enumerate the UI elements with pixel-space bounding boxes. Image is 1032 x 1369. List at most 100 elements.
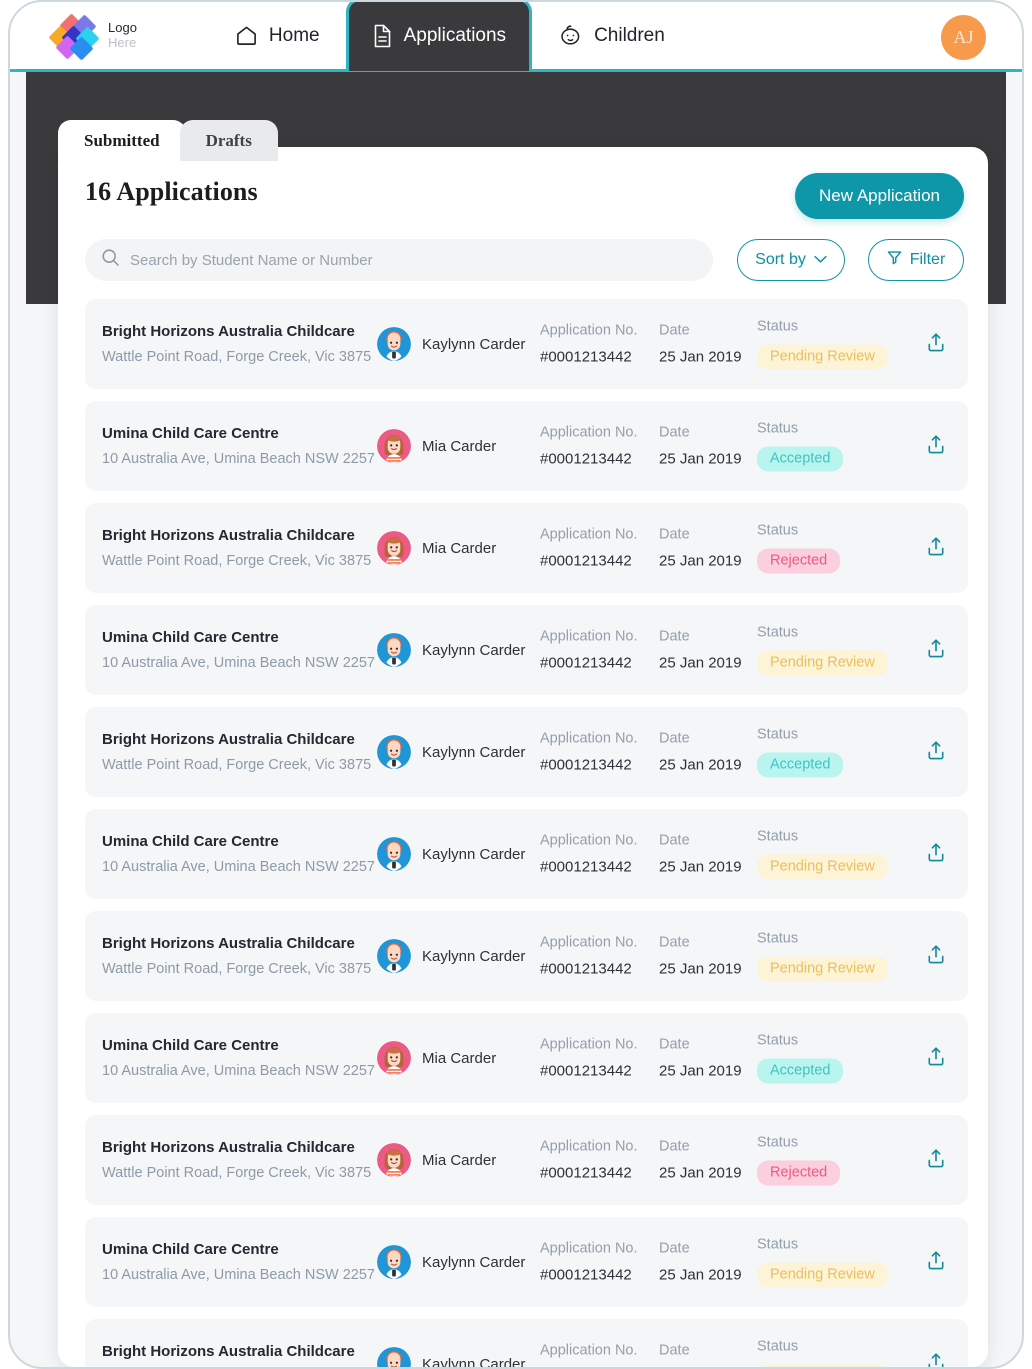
centre-cell: Umina Child Care Centre 10 Australia Ave,… [102, 833, 392, 875]
table-row[interactable]: Bright Horizons Australia ChildcareWattl… [85, 1319, 968, 1367]
centre-address: 10 Australia Ave, Umina Beach NSW 2257 [102, 655, 375, 671]
nav-item-children[interactable]: Children [532, 2, 691, 71]
share-button[interactable] [921, 737, 951, 767]
boy-avatar-icon [377, 939, 411, 973]
application-no-value: #0001213442 [540, 1164, 632, 1182]
centre-address: 10 Australia Ave, Umina Beach NSW 2257 [102, 1063, 375, 1079]
share-button[interactable] [921, 533, 951, 563]
application-no-cell: Application No.#0001213442 [540, 1139, 638, 1182]
centre-cell: Bright Horizons Australia Childcare Wattl… [102, 935, 392, 977]
centre-name: Umina Child Care Centre [102, 629, 279, 646]
brand-logo[interactable]: Logo Here [48, 12, 137, 61]
status-label: Status [757, 726, 799, 743]
upload-share-icon [926, 842, 946, 866]
status-label: Status [757, 1236, 799, 1253]
nav-tabs: Home Applications Children [209, 2, 691, 71]
table-row[interactable]: Bright Horizons Australia Childcare Wattl… [85, 911, 968, 1001]
search-input[interactable] [130, 251, 697, 269]
status-badge: Pending Review [757, 956, 888, 982]
application-no-value: #0001213442 [540, 1266, 632, 1284]
application-no-value: #0001213442 [540, 756, 632, 774]
share-button[interactable] [921, 941, 951, 971]
child-cell: Kaylynn Carder [377, 1347, 525, 1367]
share-button[interactable] [921, 1349, 951, 1367]
table-row[interactable]: Bright Horizons Australia ChildcareWattl… [85, 503, 968, 593]
document-icon [372, 24, 393, 48]
table-row[interactable]: Umina Child Care Centre 10 Australia Ave,… [85, 401, 968, 491]
share-button[interactable] [921, 1247, 951, 1277]
application-no-cell: Application No.#0001213442 [540, 1343, 638, 1368]
status-badge: Accepted [757, 446, 844, 472]
share-button[interactable] [921, 1043, 951, 1073]
nav-item-applications[interactable]: Applications [345, 2, 533, 71]
sort-by-button[interactable]: Sort by [737, 239, 845, 281]
boy-avatar-icon [377, 735, 411, 769]
centre-cell: Umina Child Care Centre 10 Australia Ave,… [102, 1241, 392, 1283]
child-cell: Kaylynn Carder [377, 939, 525, 973]
new-application-button-label: New Application [819, 186, 940, 205]
status-badge: Rejected [757, 1160, 841, 1186]
application-no-cell: Application No.#0001213442 [540, 731, 638, 774]
tab-drafts[interactable]: Drafts [179, 120, 278, 161]
tab-submitted[interactable]: Submitted [58, 120, 186, 161]
table-row[interactable]: Umina Child Care Centre 10 Australia Ave,… [85, 1217, 968, 1307]
search-bar[interactable] [85, 239, 713, 281]
boy-avatar-icon [377, 633, 411, 667]
centre-cell: Umina Child Care Centre 10 Australia Ave,… [102, 425, 392, 467]
share-button[interactable] [921, 431, 951, 461]
date-cell: Date 25 Jan 2019 [659, 731, 742, 774]
date-label: Date [659, 934, 690, 951]
nav-item-applications-label: Applications [403, 24, 507, 46]
status-label: Status [757, 624, 799, 641]
date-cell: Date 25 Jan 2019 [659, 323, 742, 366]
new-application-button[interactable]: New Application [795, 173, 964, 219]
status-label: Status [757, 930, 799, 947]
share-button[interactable] [921, 329, 951, 359]
table-row[interactable]: Bright Horizons Australia ChildcareWattl… [85, 299, 968, 389]
status-cell: Status Pending Review [757, 931, 888, 982]
status-badge: Pending Review [757, 854, 888, 880]
child-name: Kaylynn Carder [422, 743, 526, 761]
application-no-cell: Application No.#0001213442 [540, 1241, 638, 1284]
date-label: Date [659, 628, 690, 645]
centre-address: Wattle Point Road, Forge Creek, Vic 3875 [102, 961, 372, 977]
child-name: Kaylynn Carder [422, 1355, 526, 1368]
child-name: Kaylynn Carder [422, 1253, 526, 1271]
child-name: Mia Carder [422, 437, 497, 455]
centre-name: Bright Horizons Australia Childcare [102, 935, 355, 952]
child-cell: Kaylynn Carder [377, 837, 525, 871]
boy-avatar-icon [377, 327, 411, 361]
date-value: 25 Jan 2019 [659, 654, 742, 672]
date-label: Date [659, 1036, 690, 1053]
table-row[interactable]: Umina Child Care Centre 10 Australia Ave,… [85, 809, 968, 899]
user-avatar[interactable]: AJ [941, 15, 986, 60]
date-value: 25 Jan 2019 [659, 1266, 742, 1284]
application-no-value: #0001213442 [540, 858, 632, 876]
nav-item-children-label: Children [594, 24, 665, 46]
status-badge: Pending Review [757, 650, 888, 676]
application-no-value: #0001213442 [540, 1062, 632, 1080]
child-cell: Kaylynn Carder [377, 327, 525, 361]
child-name: Mia Carder [422, 1049, 497, 1067]
share-button[interactable] [921, 839, 951, 869]
date-label: Date [659, 1240, 690, 1257]
centre-cell: Umina Child Care Centre 10 Australia Ave,… [102, 629, 392, 671]
status-cell: Status Pending Review [757, 625, 888, 676]
table-row[interactable]: Umina Child Care Centre 10 Australia Ave,… [85, 1013, 968, 1103]
status-cell: Status Accepted [757, 421, 844, 472]
filter-button[interactable]: Filter [868, 239, 964, 281]
nav-item-home[interactable]: Home [209, 2, 346, 71]
status-cell: Status Accepted [757, 726, 844, 778]
date-value: 25 Jan 2019 [659, 756, 742, 774]
application-no-cell: Application No.#0001213442 [540, 323, 638, 366]
applications-list[interactable]: Bright Horizons Australia Childcare Wattl… [58, 299, 988, 1367]
table-row[interactable]: Umina Child Care Centre 10 Australia Ave,… [85, 605, 968, 695]
share-button[interactable] [921, 1145, 951, 1175]
upload-share-icon [926, 944, 946, 968]
share-button[interactable] [921, 635, 951, 665]
date-value: 25 Jan 2019 [659, 552, 742, 570]
upload-share-icon [926, 638, 946, 662]
table-row[interactable]: Bright Horizons Australia ChildcareWattl… [85, 1115, 968, 1205]
status-cell: Status Pending Review [757, 829, 888, 880]
table-row[interactable]: Bright Horizons Australia ChildcareWattl… [85, 707, 968, 797]
